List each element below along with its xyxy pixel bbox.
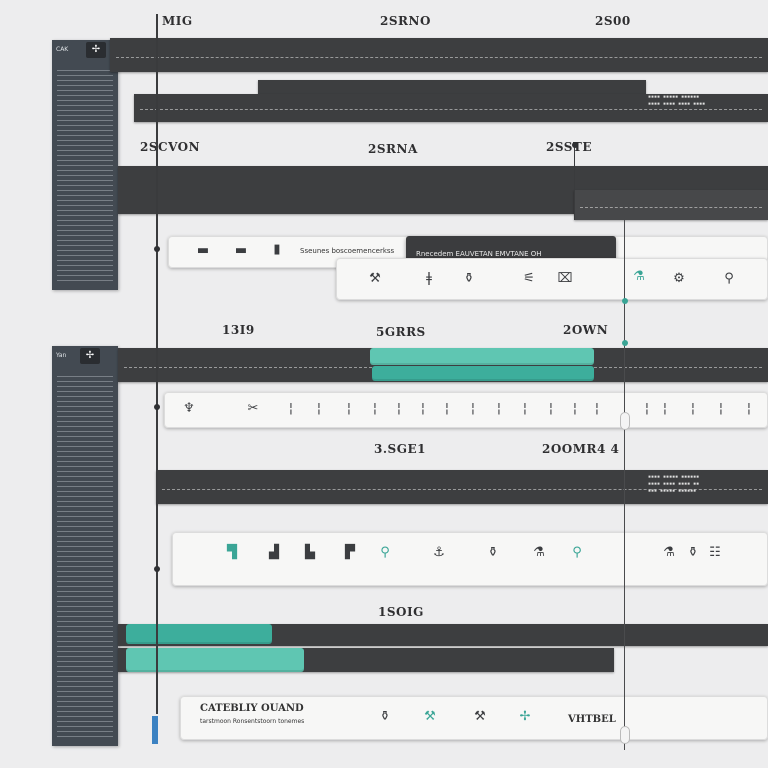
jar-icon[interactable]: ⚲ (568, 544, 586, 562)
slider-icon[interactable]: ▬ (230, 242, 252, 260)
ruler-label-row2-3: 2SSTE (546, 140, 592, 154)
playhead-handle[interactable] (620, 412, 630, 430)
chair-icon[interactable]: ▟ (262, 544, 286, 562)
footer-subtitle: tarstmoon Ronsentstoorn tonemes (200, 718, 305, 725)
spray-icon[interactable]: ♆ (180, 400, 198, 418)
teal-progress-bar-2[interactable] (372, 366, 594, 381)
pin-icon[interactable]: ¦ (490, 400, 508, 418)
track-bar-2-info: ▪▪▪▪ ▪▪▪▪▪ ▪▪▪▪▪▪ ▪▪▪▪ ▪▪▪▪ ▪▪▪▪ ▪▪▪▪ (648, 94, 706, 107)
beaker-icon[interactable]: ⚗ (660, 544, 678, 562)
pin-icon[interactable]: ¦ (366, 400, 384, 418)
ruler-label-row3-2: 5GRRS (376, 325, 426, 339)
ruler-label-top-3: 2S00 (595, 14, 631, 28)
ruler-label-row4-2: 2OOMR4 4 (542, 442, 620, 456)
pin-icon[interactable]: ¦ (740, 400, 758, 418)
pin-icon[interactable]: ¦ (282, 400, 300, 418)
pliers-icon[interactable]: ǂ (420, 270, 438, 288)
bottle-icon[interactable]: ⚱ (460, 270, 478, 288)
drill-icon[interactable]: ⚙ (670, 270, 688, 288)
playhead-line-mid[interactable] (574, 144, 575, 220)
chair-icon[interactable]: ▜ (220, 544, 244, 562)
sidebar-panel-top[interactable]: CAK ✢ (52, 40, 118, 290)
pin-icon[interactable]: ¦ (656, 400, 674, 418)
cursor-icon[interactable]: ▮ (268, 241, 286, 259)
track-bar-3-segment[interactable] (574, 190, 768, 220)
track-bar-5-info: ▪▪▪▪ ▪▪▪▪▪ ▪▪▪▪▪▪ ▪▪▪▪ ▪▪▪▪ ▪▪▪▪ ▪▪ ▪▪▪ … (648, 474, 700, 494)
ruler-label-row2-2: 2SRNA (368, 142, 418, 156)
hammer-icon[interactable]: ⚒ (468, 708, 492, 726)
sidebar-panel-bottom[interactable]: Yan ✢ (52, 346, 118, 746)
bird-icon: ✢ (86, 42, 106, 58)
sidebar-panel-top-list (57, 70, 113, 284)
sidebar-panel-top-head: CAK (56, 46, 69, 53)
ruler-label-row2-1: 2SCVON (140, 140, 201, 154)
ruler-label-row3-3: 2OWN (563, 323, 609, 337)
sidebar-panel-bottom-list (57, 376, 113, 740)
tape-icon[interactable]: ⌧ (556, 270, 574, 288)
scissors-icon[interactable]: ✂ (236, 400, 270, 418)
pin-icon[interactable]: ¦ (390, 400, 408, 418)
playhead-node[interactable] (572, 142, 578, 148)
flask-icon[interactable]: ⚱ (684, 544, 702, 562)
playhead-node-teal[interactable] (622, 340, 628, 346)
teal-progress-bar-1[interactable] (370, 348, 594, 365)
playhead-node[interactable] (154, 566, 160, 572)
playhead-handle[interactable] (620, 726, 630, 744)
pen-icon[interactable]: ✢ (516, 708, 534, 726)
teal-progress-bar-3[interactable] (126, 624, 272, 644)
lamp-icon[interactable]: ⚲ (376, 544, 394, 562)
pin-icon[interactable]: ¦ (438, 400, 456, 418)
pin-icon[interactable]: ¦ (638, 400, 656, 418)
cable-icon[interactable]: ⚟ (520, 270, 538, 288)
tool-strip-2[interactable] (336, 258, 768, 300)
slider-icon[interactable]: ▬ (194, 242, 212, 260)
pin-icon[interactable]: ¦ (340, 400, 358, 418)
footer-title: CATEBLIY OUAND (200, 703, 304, 714)
pin-icon[interactable]: ¦ (542, 400, 560, 418)
ruler-label-top-1: MIG (162, 14, 193, 28)
roller-icon[interactable]: ⚒ (418, 708, 442, 726)
footer-right-label: VHTBEL (568, 714, 616, 725)
position-marker[interactable] (152, 716, 158, 744)
track-bar-1[interactable] (110, 38, 768, 72)
ruler-label-row3-1: 13I9 (222, 323, 255, 337)
playhead-line-left[interactable] (156, 14, 158, 714)
teal-progress-bar-4[interactable] (126, 648, 304, 672)
saw-icon[interactable]: ⚗ (630, 268, 648, 286)
paint-icon[interactable]: ⚱ (376, 708, 394, 726)
rack-icon[interactable]: ☷ (706, 544, 724, 562)
sidebar-panel-bottom-head: Yan (56, 352, 67, 359)
clamp-icon[interactable]: ⚲ (720, 270, 738, 288)
beaker-icon[interactable]: ⚗ (530, 544, 548, 562)
playhead-node[interactable] (154, 404, 160, 410)
bottle-icon[interactable]: ⚱ (484, 544, 502, 562)
pin-icon[interactable]: ¦ (516, 400, 534, 418)
pin-icon[interactable]: ¦ (588, 400, 606, 418)
chair-icon[interactable]: ▙ (298, 544, 322, 562)
chair-icon[interactable]: ▛ (338, 544, 362, 562)
pin-icon[interactable]: ¦ (712, 400, 730, 418)
ruler-label-row4-1: 3.SGE1 (374, 442, 426, 456)
pin-icon[interactable]: ¦ (310, 400, 328, 418)
pin-icon[interactable]: ¦ (414, 400, 432, 418)
bird-icon: ✢ (80, 348, 100, 364)
pin-icon[interactable]: ¦ (464, 400, 482, 418)
faucet-icon[interactable]: ⚓ (430, 544, 448, 562)
playhead-node[interactable] (154, 246, 160, 252)
strip-1-label: Sseunes boscoemencerkss (300, 247, 395, 255)
ruler-label-row5-1: 1SOIG (378, 605, 424, 619)
wrench-icon[interactable]: ⚒ (366, 270, 384, 288)
pin-icon[interactable]: ¦ (684, 400, 702, 418)
pin-icon[interactable]: ¦ (566, 400, 584, 418)
ruler-label-top-2: 2SRNO (380, 14, 431, 28)
playhead-node-teal[interactable] (622, 298, 628, 304)
